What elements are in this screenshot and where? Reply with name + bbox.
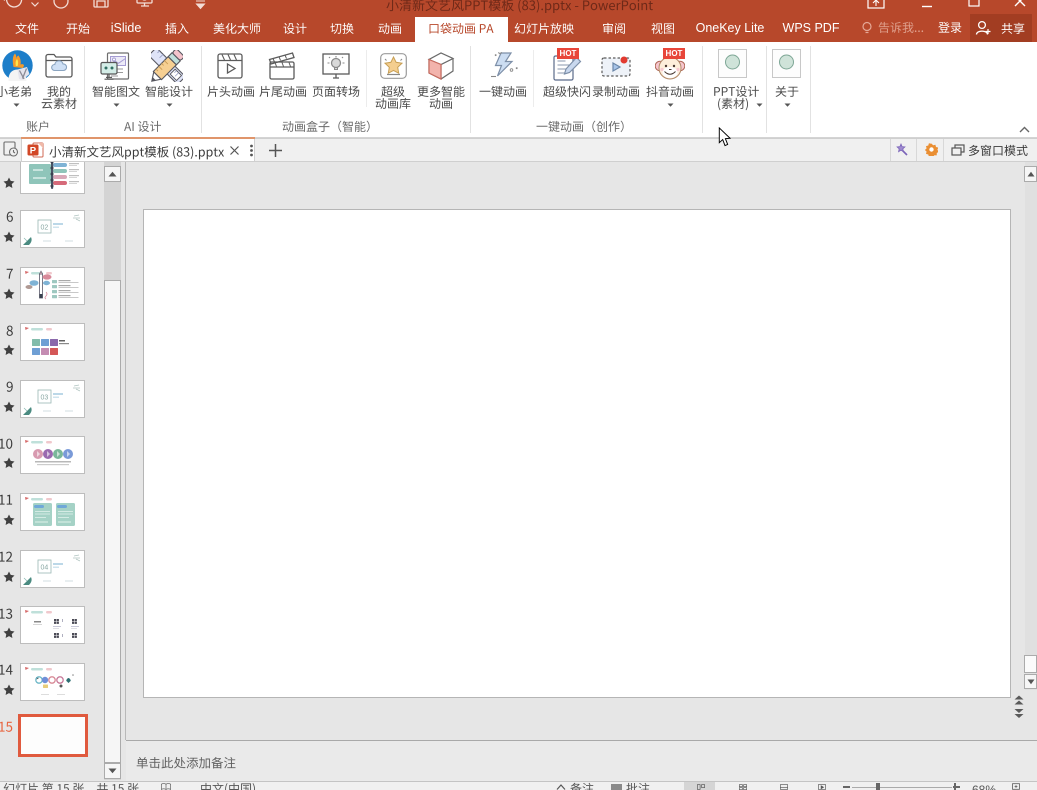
svg-text:02: 02	[41, 225, 49, 232]
svg-text:P: P	[30, 146, 37, 157]
svg-text:04: 04	[41, 564, 49, 571]
svg-text:03: 03	[41, 394, 49, 401]
